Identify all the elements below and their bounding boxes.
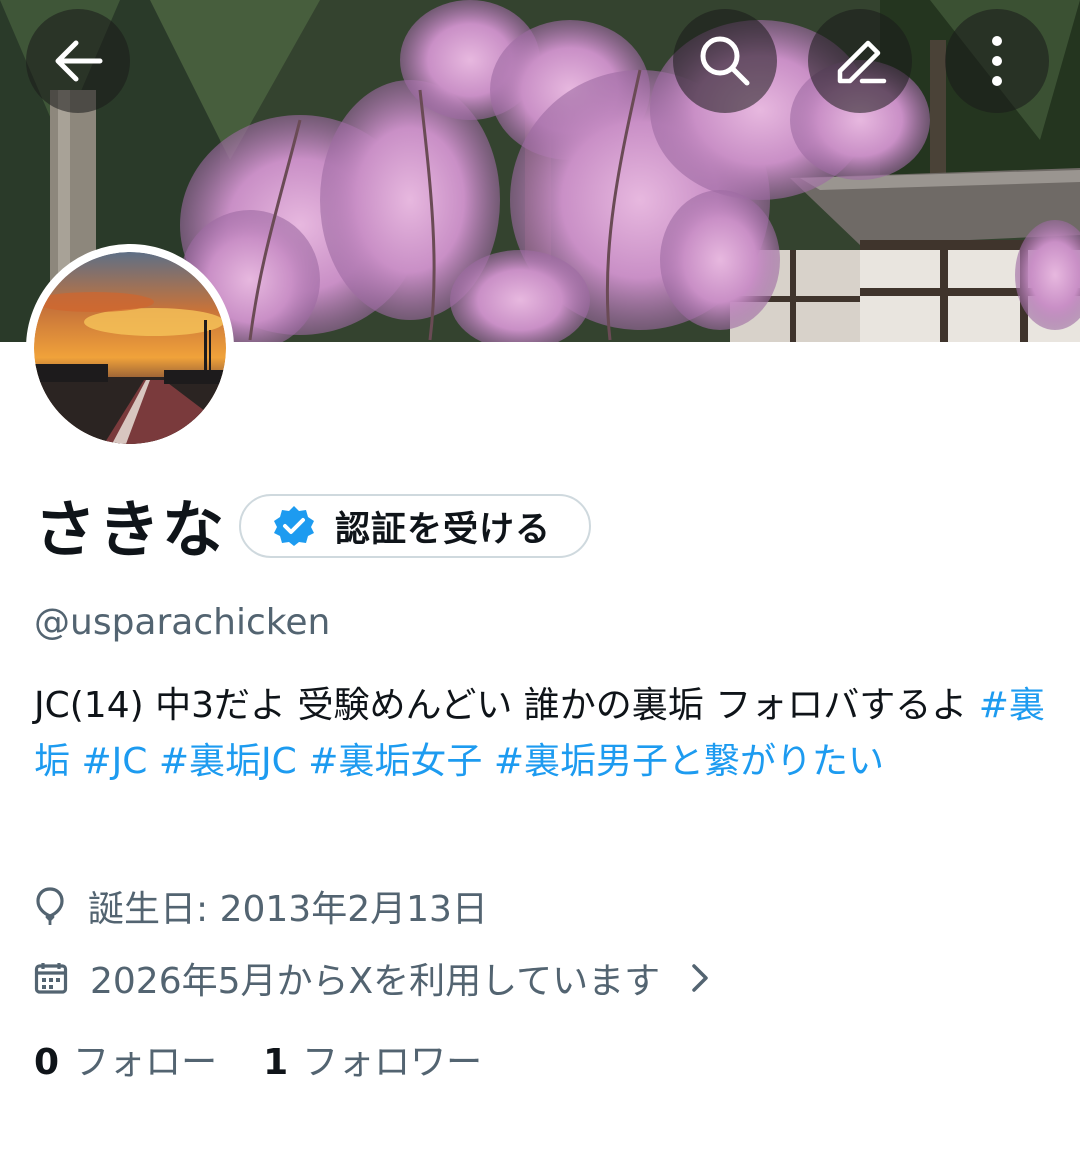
profile-avatar[interactable] bbox=[26, 244, 234, 452]
calendar-icon bbox=[34, 963, 68, 994]
avatar-image bbox=[34, 252, 226, 444]
followers-label: フォロワー bbox=[302, 1042, 483, 1083]
balloon-icon bbox=[36, 887, 64, 925]
hashtag-link[interactable]: #JC bbox=[81, 741, 147, 782]
more-vertical-icon bbox=[992, 36, 1002, 86]
birthday-row: 誕生日: 2013年2月13日 bbox=[34, 880, 488, 932]
get-verified-label: 認証を受ける bbox=[335, 509, 552, 550]
birthday-text: 誕生日: 2013年2月13日 bbox=[88, 889, 488, 930]
hashtag-link[interactable]: #裏垢男子と繋がりたい bbox=[494, 741, 884, 782]
username-handle: @usparachicken bbox=[34, 602, 331, 643]
back-button[interactable] bbox=[26, 9, 130, 113]
joined-row[interactable]: 2026年5月からXを利用しています bbox=[34, 952, 710, 1004]
display-name: さきな bbox=[34, 493, 227, 566]
hashtag-link[interactable]: #裏垢JC bbox=[159, 741, 297, 782]
follow-stats: 0 フォロー 1 フォロワー bbox=[34, 1040, 528, 1086]
followers-count: 1 bbox=[263, 1042, 289, 1083]
hashtag-link[interactable]: #裏垢女子 bbox=[308, 741, 482, 782]
pencil-icon bbox=[837, 40, 887, 84]
search-icon bbox=[700, 36, 750, 86]
bio-text: JC(14) 中3だよ 受験めんどい 誰かの裏垢 フォロバするよ bbox=[34, 685, 979, 726]
arrow-left-icon bbox=[55, 40, 103, 82]
chevron-right-icon bbox=[692, 964, 708, 992]
more-button[interactable] bbox=[945, 9, 1049, 113]
joined-text: 2026年5月からXを利用しています bbox=[90, 961, 661, 1002]
following-link[interactable]: 0 フォロー bbox=[34, 1040, 217, 1086]
following-count: 0 bbox=[34, 1042, 60, 1083]
search-button[interactable] bbox=[673, 9, 777, 113]
followers-link[interactable]: 1 フォロワー bbox=[263, 1040, 482, 1086]
profile-bio: JC(14) 中3だよ 受験めんどい 誰かの裏垢 フォロバするよ #裏垢 #JC… bbox=[34, 678, 1054, 790]
verified-badge-icon bbox=[274, 506, 314, 546]
get-verified-button[interactable]: 認証を受ける bbox=[239, 494, 591, 558]
edit-button[interactable] bbox=[808, 9, 912, 113]
following-label: フォロー bbox=[73, 1042, 218, 1083]
